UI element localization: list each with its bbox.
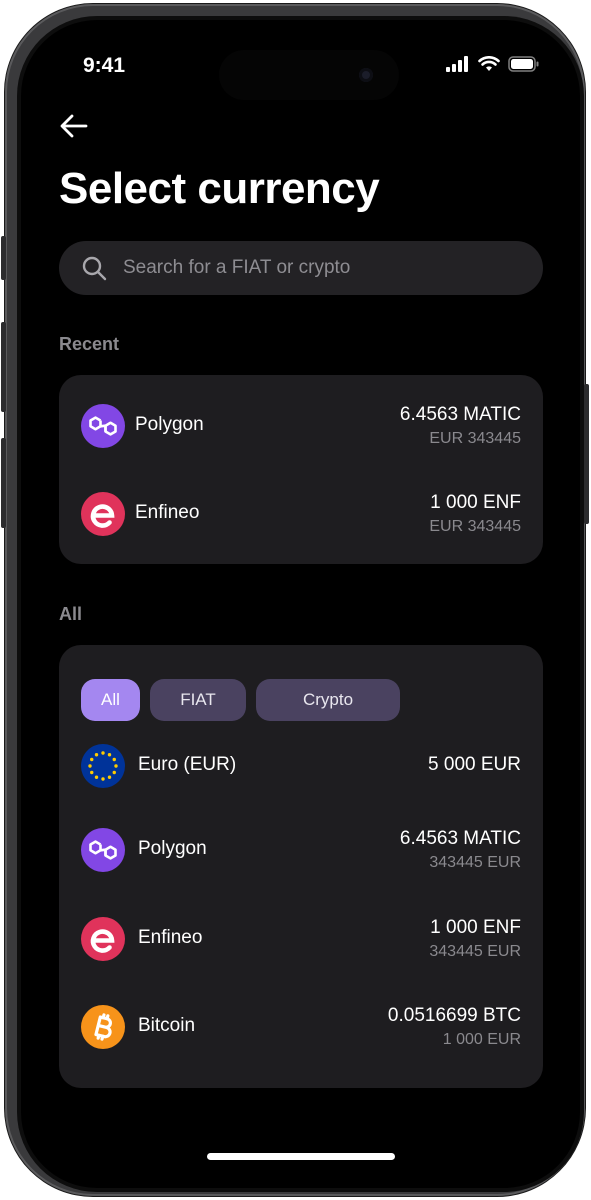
action-button <box>1 236 6 280</box>
eu-star <box>101 777 105 781</box>
dynamic-island <box>219 50 399 100</box>
home-indicator[interactable] <box>207 1153 395 1160</box>
eu-star <box>107 753 112 757</box>
currency-item-fiat: 343445 EUR <box>429 854 521 871</box>
currency-item-fiat: 1 000 EUR <box>442 1031 521 1048</box>
eu-star <box>112 770 116 775</box>
recent-item-amount: 1 000 ENF <box>430 492 521 513</box>
eu-star <box>90 757 94 762</box>
currency-item-fiat: 343445 EUR <box>429 943 521 960</box>
currency-item-amount: 0.0516699 BTC <box>387 1005 521 1026</box>
polygon-icon <box>81 404 125 448</box>
battery-icon <box>508 56 539 72</box>
page-title: Select currency <box>59 164 380 213</box>
recent-item-enfineo[interactable]: Enfineo 1 000 ENF EUR 343445 <box>59 486 543 542</box>
all-section-label: All <box>59 604 83 624</box>
eu-star <box>90 770 94 775</box>
wifi-icon <box>478 56 500 71</box>
currency-item-bitcoin[interactable]: Bitcoin 0.0516699 BTC 1 000 EUR <box>59 999 543 1055</box>
eu-star <box>101 751 105 755</box>
filter-chip-fiat[interactable]: FIAT <box>150 679 246 721</box>
currency-item-name: Enfineo <box>138 927 203 948</box>
recent-item-polygon[interactable]: Polygon 6.4563 MATIC EUR 343445 <box>59 398 543 454</box>
camera-icon <box>359 68 373 82</box>
screen: 9:41 Select currency Search for a FIAT o… <box>21 20 580 1188</box>
enfineo-icon <box>81 917 125 961</box>
recent-card: Polygon 6.4563 MATIC EUR 343445 Enfineo … <box>59 375 543 564</box>
polygon-icon <box>81 828 125 872</box>
volume-down-button <box>1 438 6 528</box>
currency-item-name: Bitcoin <box>138 1015 196 1036</box>
currency-item-euro[interactable]: Euro (EUR) 5 000 EUR <box>59 738 543 794</box>
eu-star <box>94 753 99 757</box>
status-icons <box>446 56 540 72</box>
recent-item-fiat: EUR 343445 <box>429 518 521 535</box>
cellular-signal-icon <box>446 56 468 72</box>
currency-item-enfineo[interactable]: Enfineo 1 000 ENF 343445 EUR <box>59 911 543 967</box>
currency-item-amount: 1 000 ENF <box>430 917 521 938</box>
currency-item-amount: 5 000 EUR <box>428 754 521 775</box>
bitcoin-icon <box>81 1005 125 1049</box>
search-icon <box>82 256 107 281</box>
status-time: 9:41 <box>83 54 126 77</box>
recent-item-name: Enfineo <box>135 502 200 523</box>
eu-star <box>94 775 99 779</box>
eu-flag-icon <box>81 744 125 788</box>
recent-item-name: Polygon <box>135 414 204 435</box>
eu-star <box>107 775 112 779</box>
recent-section-label: Recent <box>59 334 120 354</box>
search-input[interactable] <box>121 256 525 280</box>
currency-item-polygon[interactable]: Polygon 6.4563 MATIC 343445 EUR <box>59 822 543 878</box>
enfineo-icon <box>81 492 125 536</box>
filter-chip-all[interactable]: All <box>81 679 140 721</box>
filter-chips: All FIAT Crypto <box>81 679 400 721</box>
currency-item-name: Euro (EUR) <box>138 754 237 775</box>
back-arrow-icon[interactable] <box>59 112 89 140</box>
recent-item-fiat: EUR 343445 <box>429 430 521 447</box>
volume-up-button <box>1 322 6 412</box>
eu-star <box>114 764 118 768</box>
currency-item-amount: 6.4563 MATIC <box>399 828 521 849</box>
eu-star <box>88 764 92 768</box>
phone-frame: 9:41 Select currency Search for a FIAT o… <box>1 4 589 1196</box>
currency-item-name: Polygon <box>138 838 207 859</box>
filter-chip-crypto[interactable]: Crypto <box>256 679 400 721</box>
search-bar[interactable] <box>59 241 543 295</box>
power-button <box>584 384 589 524</box>
recent-item-amount: 6.4563 MATIC <box>399 404 521 425</box>
eu-star <box>112 757 116 762</box>
all-card: All FIAT Crypto Euro (EUR) 5 000 EUR Pol… <box>59 645 543 1088</box>
